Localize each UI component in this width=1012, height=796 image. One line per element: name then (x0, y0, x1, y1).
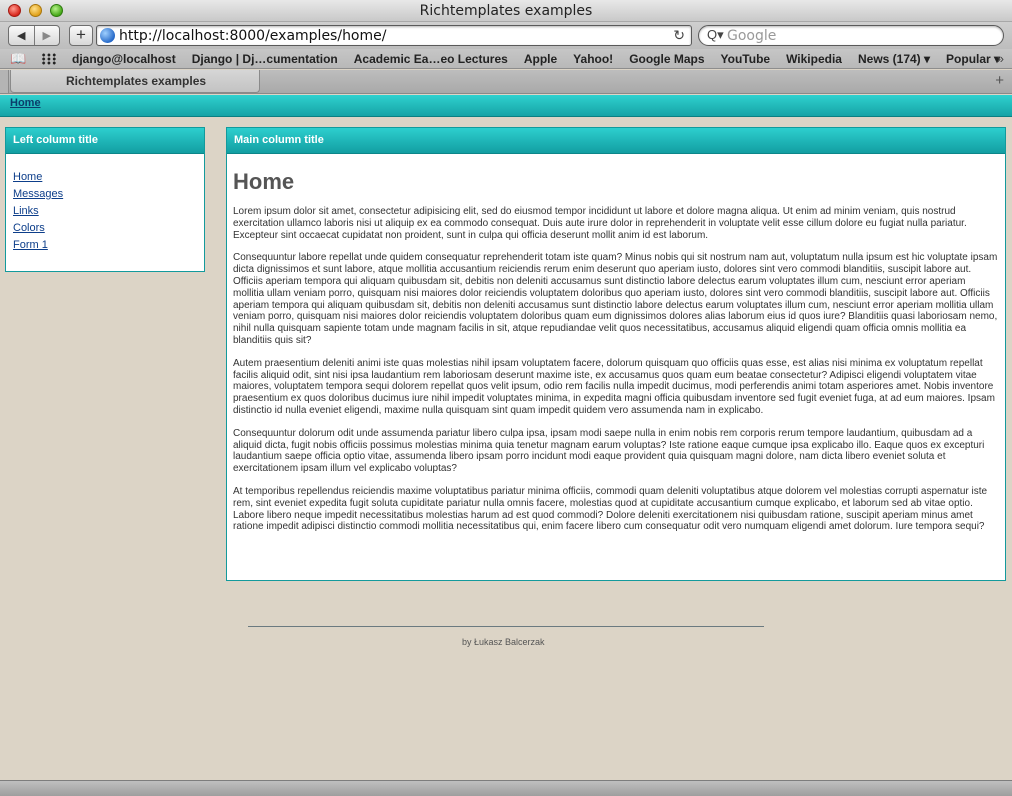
new-tab-button[interactable]: + (995, 72, 1004, 89)
left-column: Left column title Home Messages Links Co… (5, 127, 205, 272)
reload-icon[interactable]: ↻ (673, 27, 685, 44)
browser-toolbar: ◀ ▶ + http://localhost:8000/examples/hom… (0, 22, 1012, 49)
left-link-links[interactable]: Links (13, 203, 204, 220)
bookmark-item[interactable]: Academic Ea…eo Lectures (354, 52, 508, 66)
search-field[interactable]: Q▾ Google (698, 25, 1004, 46)
bookmark-item[interactable]: Django | Dj…cumentation (192, 52, 338, 66)
history-nav: ◀ ▶ (8, 25, 60, 46)
footer-credit: by Łukasz Balcerzak (462, 637, 545, 647)
bookmarks-bar: 📖 django@localhost Django | Dj…cumentati… (0, 49, 1012, 69)
left-link-list: Home Messages Links Colors Form 1 (6, 154, 204, 254)
tab-strip: Richtemplates examples + (0, 70, 1012, 94)
footer-divider (248, 626, 764, 627)
main-column: Main column title Home Lorem ipsum dolor… (226, 127, 1006, 581)
forward-button[interactable]: ▶ (33, 26, 60, 45)
bookmarks-book-icon[interactable]: 📖 (10, 51, 26, 67)
left-column-title: Left column title (6, 128, 204, 154)
page-heading: Home (233, 169, 295, 194)
nav-home-link[interactable]: Home (10, 97, 41, 109)
main-content: Home Lorem ipsum dolor sit amet, consect… (227, 169, 1005, 533)
globe-icon (100, 28, 115, 43)
window-titlebar: Richtemplates examples (0, 0, 1012, 22)
back-button[interactable]: ◀ (9, 26, 34, 45)
paragraph: Lorem ipsum dolor sit amet, consectetur … (233, 206, 967, 241)
bookmark-item[interactable]: Google Maps (629, 52, 704, 66)
bookmarks-overflow-icon[interactable]: » (997, 51, 1004, 66)
search-icon[interactable]: Q▾ (707, 27, 724, 43)
bookmark-item[interactable]: Yahoo! (573, 52, 613, 66)
left-link-messages[interactable]: Messages (13, 186, 204, 203)
address-bar[interactable]: http://localhost:8000/examples/home/ ↻ (96, 25, 692, 46)
tab-active[interactable]: Richtemplates examples (10, 70, 260, 93)
bookmark-item[interactable]: django@localhost (72, 52, 176, 66)
window-title: Richtemplates examples (419, 3, 593, 19)
top-nav: Home (0, 95, 1012, 117)
left-link-form1[interactable]: Form 1 (13, 237, 204, 254)
bookmark-list: django@localhost Django | Dj…cumentation… (72, 52, 1012, 66)
bookmark-item[interactable]: Popular ▾ (946, 52, 1000, 66)
url-text[interactable]: http://localhost:8000/examples/home/ (119, 28, 386, 44)
paragraph: Autem praesentium deleniti animi iste qu… (233, 357, 995, 416)
main-column-title: Main column title (227, 128, 1005, 154)
bookmark-item[interactable]: Apple (524, 52, 557, 66)
tab-strip-edge (0, 70, 9, 93)
paragraph: Consequuntur dolorum odit unde assumenda… (233, 427, 985, 475)
top-sites-grid-icon[interactable] (41, 53, 57, 65)
bookmark-item[interactable]: YouTube (721, 52, 771, 66)
search-placeholder[interactable]: Google (727, 28, 776, 44)
status-bar (0, 780, 1012, 796)
left-link-home[interactable]: Home (13, 169, 204, 186)
bookmark-item[interactable]: Wikipedia (786, 52, 842, 66)
paragraph: At temporibus repellendus reiciendis max… (233, 485, 988, 533)
add-bookmark-button[interactable]: + (69, 25, 93, 46)
paragraph: Consequuntur labore repellat unde quidem… (233, 252, 998, 346)
bookmark-item[interactable]: News (174) ▾ (858, 52, 930, 66)
left-link-colors[interactable]: Colors (13, 220, 204, 237)
